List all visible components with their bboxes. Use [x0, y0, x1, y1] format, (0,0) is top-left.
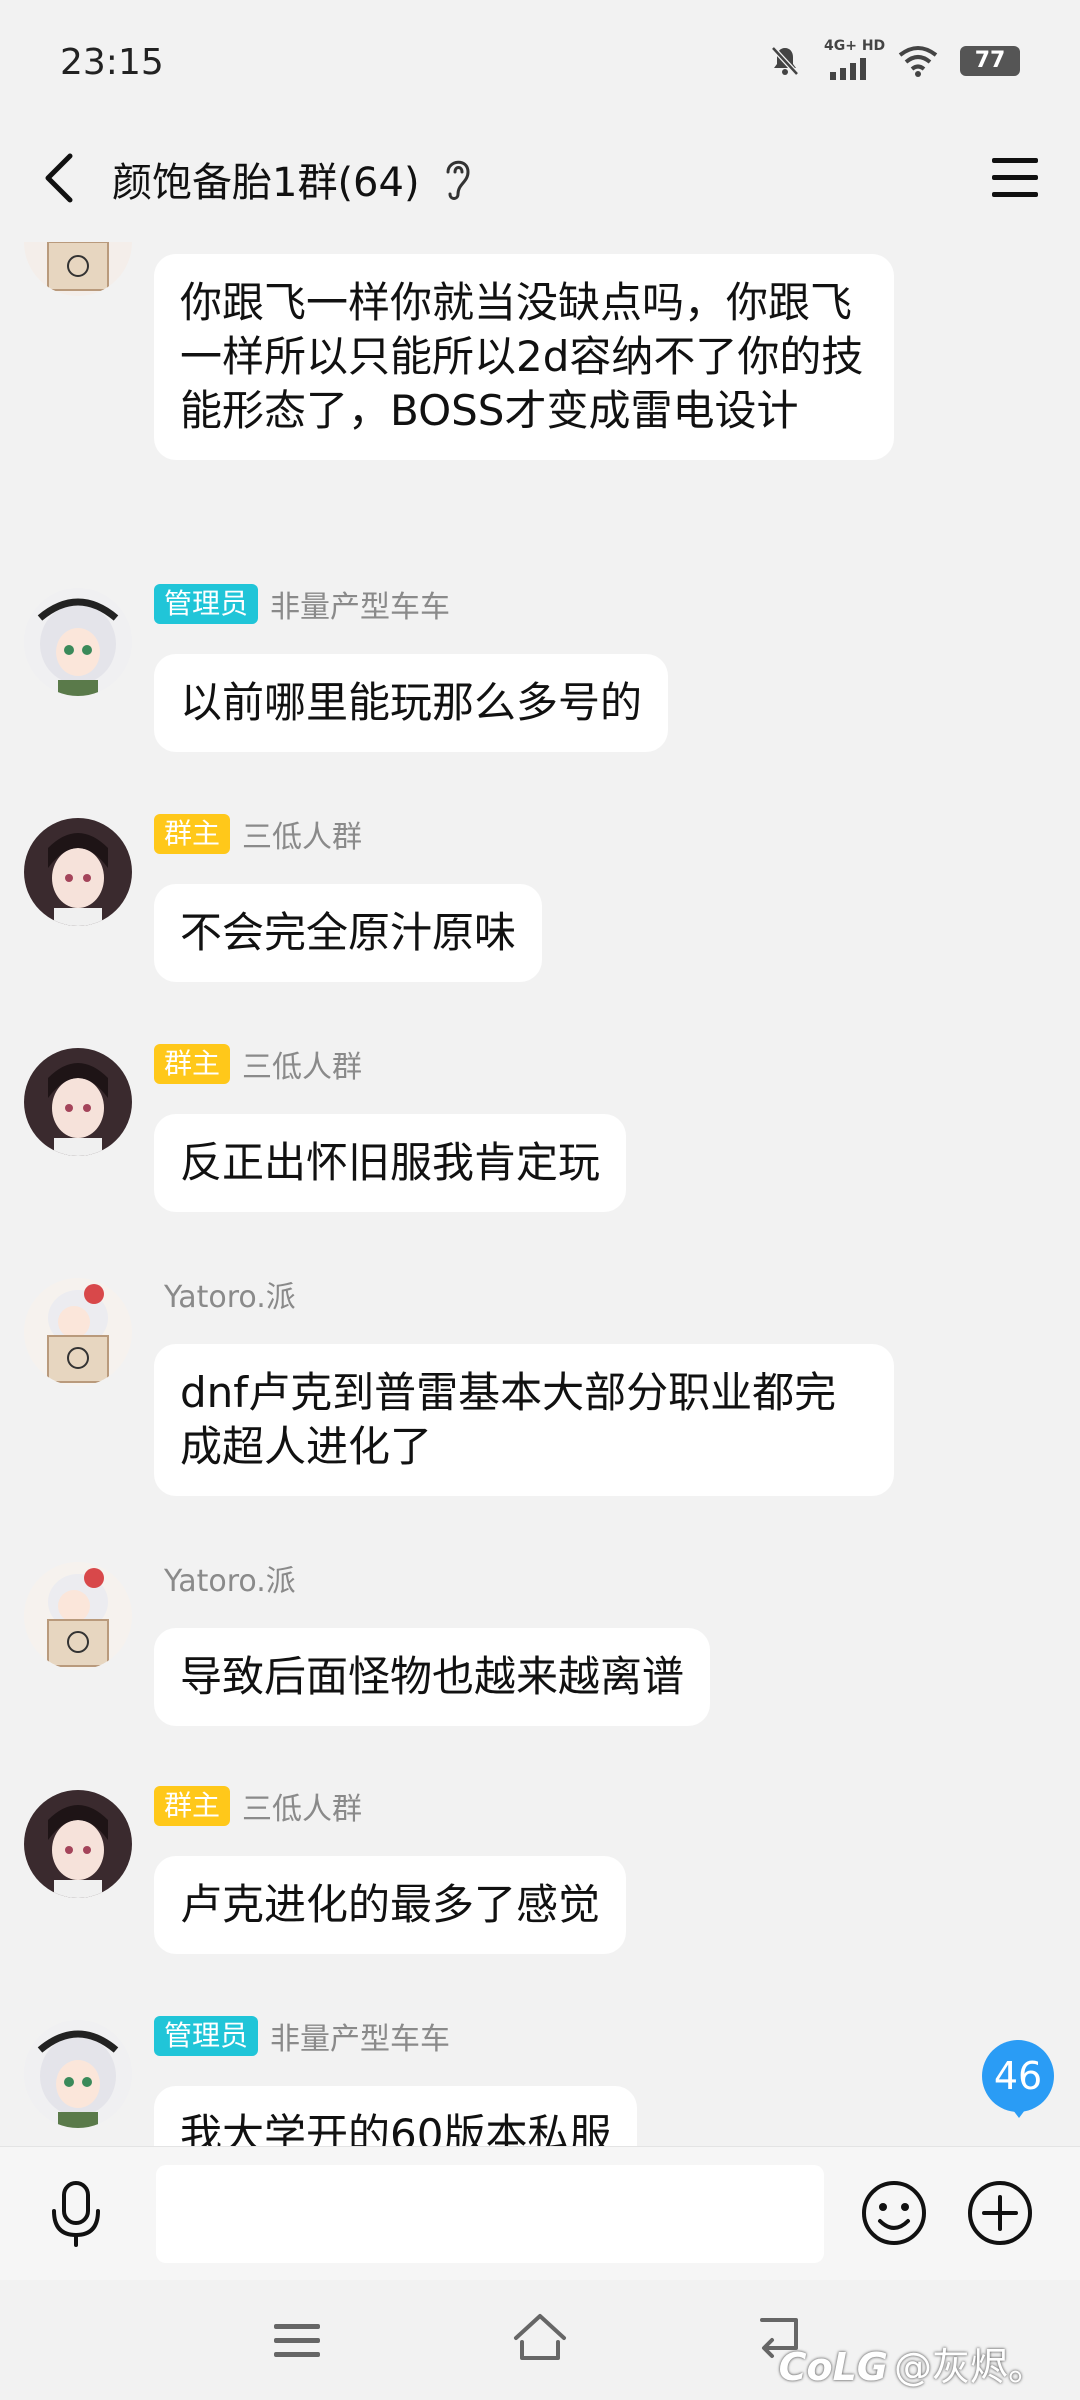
avatar-dark-hair-icon — [24, 1048, 132, 1156]
sender-name[interactable]: Yatoro.派 — [164, 1272, 296, 1316]
home-icon[interactable] — [508, 2308, 572, 2368]
sender-name[interactable]: Yatoro.派 — [164, 1556, 296, 1600]
message-text: 我大学开的60版本私服 — [180, 2110, 612, 2146]
chat-title[interactable]: 颜饱备胎1群(64) — [112, 150, 420, 208]
menu-icon[interactable] — [986, 148, 1044, 206]
network-label: 4G+ HD — [824, 38, 886, 54]
avatar[interactable] — [24, 588, 132, 696]
owner-badge: 群主 — [154, 1044, 231, 1084]
owner-badge: 群主 — [154, 1786, 231, 1826]
message-bubble[interactable]: 导致后面怪物也越来越离谱 — [154, 1628, 711, 1726]
unread-badge-tail — [1007, 2102, 1031, 2118]
watermark: CoLG @灰烬。 — [779, 2336, 1046, 2391]
avatar-white-hair-box-icon — [24, 242, 132, 296]
message-meta: 群主 三低人群 — [154, 1784, 362, 1828]
plus-icon[interactable] — [964, 2177, 1036, 2249]
sender-name[interactable]: 三低人群 — [242, 1784, 362, 1828]
message-bubble[interactable]: 不会完全原汁原味 — [154, 884, 543, 982]
message-meta: 群主 三低人群 — [154, 1042, 362, 1086]
message-list[interactable]: 你跟飞一样你就当没缺点吗，你跟飞一样所以只能所以2d容纳不了你的技能形态了，BO… — [0, 242, 1080, 2146]
message-text: 不会完全原汁原味 — [180, 908, 517, 957]
status-icons: 4G+ HD 77 — [768, 38, 1020, 80]
message-text: 卢克进化的最多了感觉 — [180, 1880, 601, 1929]
watermark-logo: CoLG — [778, 2345, 888, 2389]
emoji-icon[interactable] — [858, 2177, 930, 2249]
avatar[interactable] — [24, 818, 132, 926]
message-bubble[interactable]: 我大学开的60版本私服 — [154, 2086, 638, 2146]
network-indicator: 4G+ HD — [824, 38, 885, 80]
back-arrow-icon[interactable] — [30, 142, 90, 214]
avatar[interactable] — [24, 1562, 132, 1670]
wifi-icon — [898, 46, 938, 77]
message-bubble[interactable]: 反正出怀旧服我肯定玩 — [154, 1114, 627, 1212]
chat-header: 颜饱备胎1群(64) — [0, 118, 1080, 242]
watermark-text: @灰烬。 — [893, 2345, 1046, 2389]
message-text: 你跟飞一样你就当没缺点吗，你跟飞一样所以只能所以2d容纳不了你的技能形态了，BO… — [180, 278, 864, 435]
message-meta: Yatoro.派 — [164, 1556, 296, 1600]
admin-badge: 管理员 — [154, 2016, 259, 2056]
status-time: 23:15 — [60, 42, 164, 83]
sender-name[interactable]: 三低人群 — [242, 1042, 362, 1086]
sender-name[interactable]: 非量产型车车 — [270, 2014, 450, 2058]
message-meta: Yatoro.派 — [164, 1272, 296, 1316]
message-meta: 管理员 非量产型车车 — [154, 582, 450, 626]
message-text: 反正出怀旧服我肯定玩 — [180, 1138, 601, 1187]
avatar-dark-hair-icon — [24, 1790, 132, 1898]
message-bubble[interactable]: 以前哪里能玩那么多号的 — [154, 654, 669, 752]
avatar-dark-hair-icon — [24, 818, 132, 926]
microphone-icon[interactable] — [44, 2177, 108, 2249]
ear-icon[interactable] — [440, 154, 476, 204]
owner-badge: 群主 — [154, 814, 231, 854]
message-bubble[interactable]: 你跟飞一样你就当没缺点吗，你跟飞一样所以只能所以2d容纳不了你的技能形态了，BO… — [154, 254, 894, 460]
sender-name[interactable]: 非量产型车车 — [270, 582, 450, 626]
recent-apps-icon[interactable] — [268, 2316, 328, 2366]
message-bubble[interactable]: 卢克进化的最多了感觉 — [154, 1856, 627, 1954]
sender-name[interactable]: 三低人群 — [242, 812, 362, 856]
message-input[interactable] — [156, 2165, 824, 2263]
status-bar: 23:15 4G+ HD 77 — [0, 0, 1080, 118]
system-nav-bar: CoLG @灰烬。 — [0, 2280, 1080, 2400]
message-text: 导致后面怪物也越来越离谱 — [180, 1652, 685, 1701]
mute-icon — [771, 46, 799, 76]
chat-screen: 23:15 4G+ HD 77 颜饱备胎1群(64) 你跟飞一样你就当没缺点吗，… — [0, 0, 1080, 2400]
avatar-white-hair-box-icon — [24, 1278, 132, 1386]
avatar-white-hair-box-icon — [24, 1562, 132, 1670]
input-bar — [0, 2146, 1080, 2280]
battery-icon: 77 — [960, 46, 1020, 76]
avatar[interactable] — [24, 1790, 132, 1898]
message-text: dnf卢克到普雷基本大部分职业都完成超人进化了 — [180, 1368, 837, 1471]
message-meta: 管理员 非量产型车车 — [154, 2014, 450, 2058]
avatar-white-hair-headband-icon — [24, 588, 132, 696]
admin-badge: 管理员 — [154, 584, 259, 624]
message-text: 以前哪里能玩那么多号的 — [180, 678, 643, 727]
message-bubble[interactable]: dnf卢克到普雷基本大部分职业都完成超人进化了 — [154, 1344, 894, 1496]
message-meta: 群主 三低人群 — [154, 812, 362, 856]
signal-icon — [830, 58, 866, 80]
avatar[interactable] — [24, 242, 132, 296]
avatar[interactable] — [24, 1048, 132, 1156]
avatar[interactable] — [24, 1278, 132, 1386]
avatar[interactable] — [24, 2020, 132, 2128]
avatar-white-hair-headband-icon — [24, 2020, 132, 2128]
